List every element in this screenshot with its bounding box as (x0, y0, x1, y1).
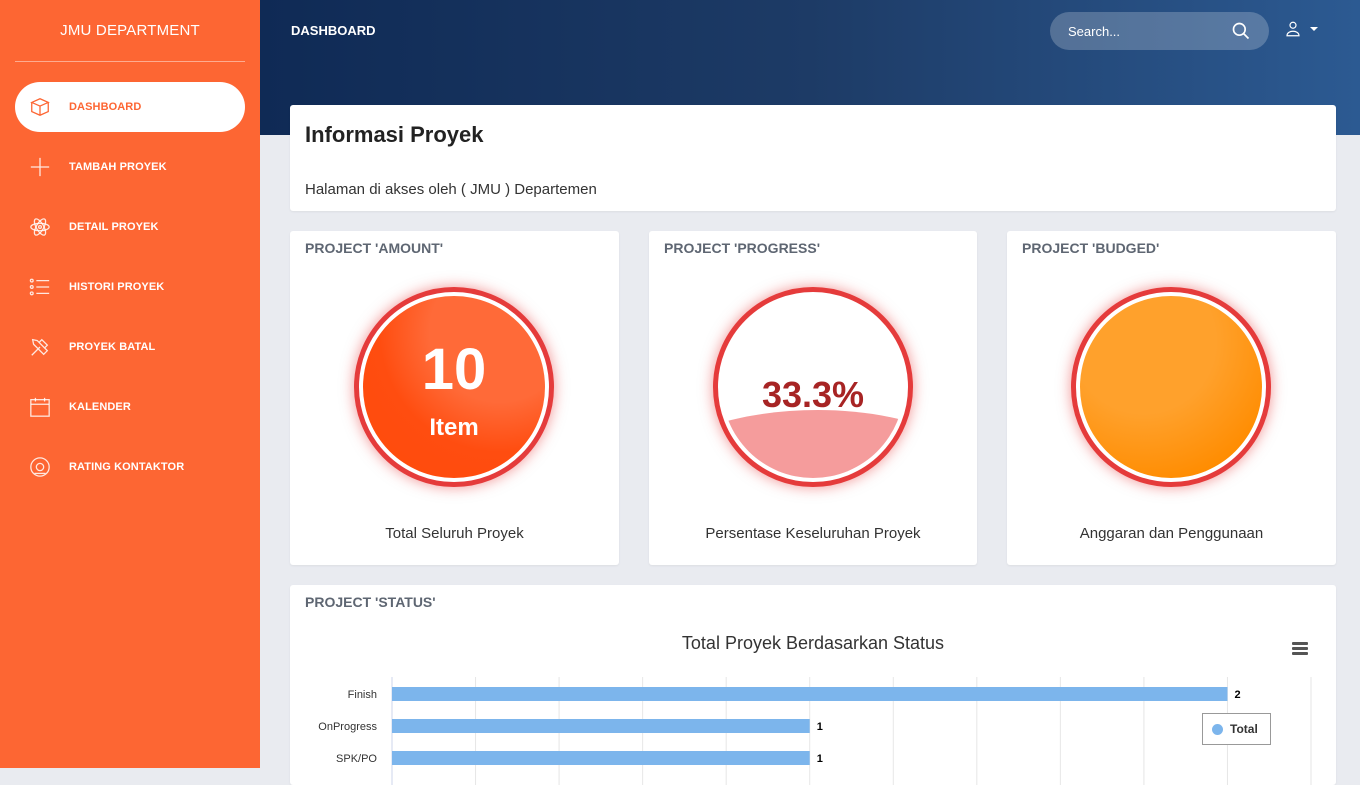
chart-legend-item[interactable]: Total (1202, 713, 1271, 745)
sidebar-item-kalender[interactable]: KALENDER (15, 382, 245, 432)
user-menu[interactable] (1284, 20, 1318, 38)
data-label: 1 (817, 721, 823, 733)
progress-caption: Persentase Keseluruhan Proyek (705, 525, 921, 542)
search-input[interactable]: Search... (1050, 12, 1269, 50)
budget-gauge (1071, 287, 1271, 487)
info-card: Informasi Proyek Halaman di akses oleh (… (290, 105, 1336, 211)
sidebar-nav: DASHBOARD TAMBAH PROYEK DETAIL PROYEK HI… (0, 82, 260, 492)
sidebar-item-label: DETAIL PROYEK (69, 221, 159, 233)
bar[interactable] (392, 751, 810, 765)
sidebar-item-dashboard[interactable]: DASHBOARD (15, 82, 245, 132)
sidebar-item-proyek-batal[interactable]: PROYEK BATAL (15, 322, 245, 372)
progress-value: 33.3% (761, 374, 865, 415)
sidebar-item-histori-proyek[interactable]: HISTORI PROYEK (15, 262, 245, 312)
atom-icon (29, 216, 51, 238)
bar[interactable] (392, 719, 810, 733)
user-icon (1286, 21, 1300, 37)
progress-heading: PROJECT 'PROGRESS' (664, 240, 821, 256)
amount-heading: PROJECT 'AMOUNT' (305, 240, 444, 256)
progress-card: PROJECT 'PROGRESS' 33.3% Persentase Kese… (649, 231, 977, 565)
sidebar-item-rating-kontaktor[interactable]: RATING KONTAKTOR (15, 442, 245, 492)
amount-caption: Total Seluruh Proyek (385, 525, 524, 542)
bar[interactable] (392, 687, 1228, 701)
y-tick-label: SPK/PO (336, 753, 377, 765)
amount-gauge: 10 Item (354, 287, 554, 487)
sidebar-item-label: HISTORI PROYEK (69, 281, 165, 293)
budget-caption: Anggaran dan Penggunaan (1079, 525, 1264, 542)
status-card: PROJECT 'STATUS' Total Proyek Berdasarka… (290, 585, 1336, 785)
calendar-icon (29, 396, 51, 418)
budget-card: PROJECT 'BUDGED' Anggaran dan Penggunaan (1007, 231, 1336, 565)
y-tick-label: OnProgress (318, 721, 377, 733)
legend-label: Total (1230, 722, 1258, 736)
chart-title: Total Proyek Berdasarkan Status (682, 633, 944, 653)
circle-at-icon (29, 456, 51, 478)
tools-icon (29, 336, 51, 358)
sidebar-item-label: KALENDER (69, 401, 131, 413)
budget-heading: PROJECT 'BUDGED' (1022, 240, 1160, 256)
page-title: Informasi Proyek (305, 122, 484, 147)
legend-dot (1212, 723, 1223, 735)
data-label: 2 (1234, 689, 1240, 701)
amount-card: PROJECT 'AMOUNT' 10 Item Total Seluruh P… (290, 231, 619, 565)
plus-icon (29, 156, 51, 178)
search-icon[interactable] (1231, 21, 1251, 41)
search-placeholder: Search... (1068, 23, 1121, 39)
page-subtitle: Halaman di akses oleh ( JMU ) Departemen (305, 181, 597, 198)
brand-title: JMU DEPARTMENT (15, 0, 245, 62)
sidebar: JMU DEPARTMENT DASHBOARD TAMBAH PROYEK D… (0, 0, 260, 768)
y-tick-label: Finish (348, 689, 377, 701)
breadcrumb: DASHBOARD (291, 23, 376, 38)
data-label: 1 (817, 753, 823, 765)
status-bar-chart: Total Proyek Berdasarkan Status Finish 2 On… (318, 633, 1312, 785)
sidebar-item-label: RATING KONTAKTOR (69, 461, 185, 473)
progress-gauge: 33.3% (713, 287, 913, 487)
list-icon (29, 276, 51, 298)
amount-unit: Item (429, 414, 479, 441)
amount-value: 10 (421, 337, 487, 402)
chevron-down-icon (1310, 27, 1318, 31)
sidebar-item-label: PROYEK BATAL (69, 341, 156, 353)
box-icon (29, 96, 51, 118)
sidebar-item-label: DASHBOARD (69, 101, 142, 113)
sidebar-item-detail-proyek[interactable]: DETAIL PROYEK (15, 202, 245, 252)
sidebar-item-tambah-proyek[interactable]: TAMBAH PROYEK (15, 142, 245, 192)
sidebar-item-label: TAMBAH PROYEK (69, 161, 167, 173)
